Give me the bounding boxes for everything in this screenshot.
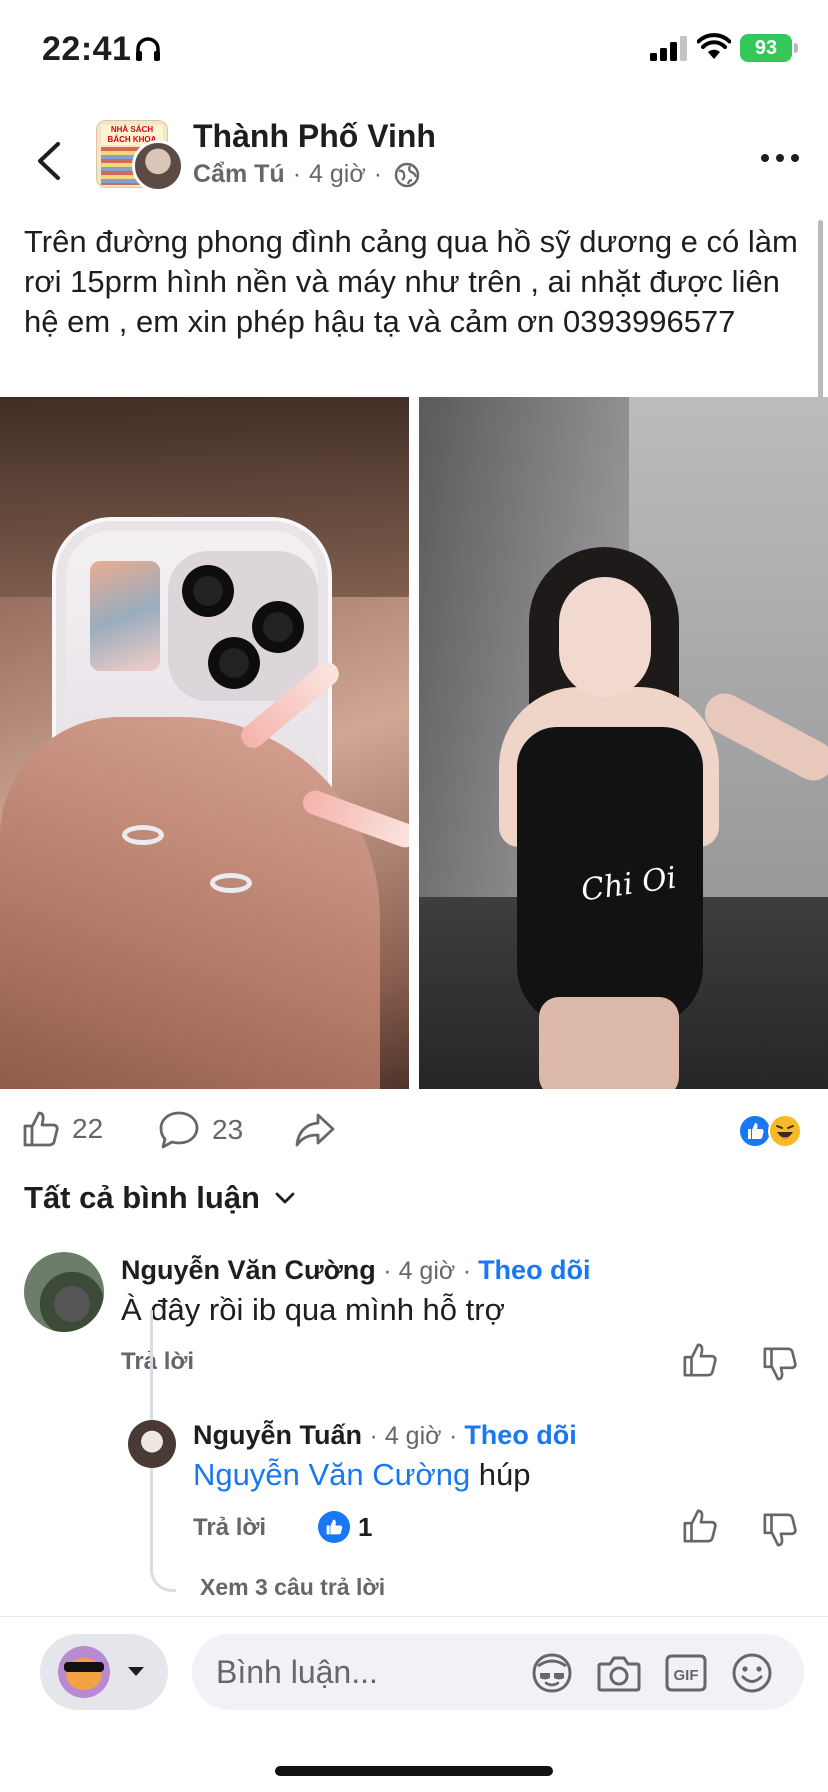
- reply-commenter-avatar[interactable]: [128, 1420, 176, 1468]
- photo-girl-face: [559, 577, 651, 697]
- like-reaction-icon: [318, 1511, 350, 1543]
- photo-girl-legs: [539, 997, 679, 1089]
- cell-signal-icon: [650, 36, 687, 61]
- author-avatar[interactable]: [132, 140, 184, 192]
- post-text: Trên đường phong đình cảng qua hồ sỹ dươ…: [24, 224, 798, 339]
- photo-ring: [122, 825, 164, 845]
- post-photo-phone[interactable]: [0, 397, 409, 1089]
- like-reaction-icon: [738, 1114, 772, 1148]
- reply-text: Nguyễn Văn Cường húp: [193, 1457, 531, 1493]
- comment-text: À đây rồi ib qua mình hỗ trợ: [121, 1292, 505, 1327]
- comment-time: 4 giờ: [398, 1257, 456, 1285]
- headphones-icon: [136, 37, 160, 61]
- reaction-summary[interactable]: [738, 1114, 808, 1150]
- upvote-icon[interactable]: [682, 1342, 718, 1378]
- reply-like-summary[interactable]: 1: [318, 1511, 372, 1543]
- like-button[interactable]: 22: [22, 1110, 103, 1148]
- haha-reaction-icon: [768, 1114, 802, 1148]
- caret-down-icon: [128, 1667, 144, 1676]
- separator-dot: ·: [383, 1257, 399, 1285]
- status-time: 22:41: [42, 30, 132, 68]
- photo-ring: [210, 873, 252, 893]
- share-icon[interactable]: [294, 1112, 336, 1148]
- gif-icon[interactable]: GIF: [664, 1652, 708, 1694]
- battery-cap: [794, 43, 798, 53]
- comment-filter-label: Tất cả bình luận: [24, 1180, 260, 1215]
- photo-lens: [208, 637, 260, 689]
- comment-button[interactable]: 23: [158, 1110, 243, 1150]
- comment-count: 23: [212, 1114, 244, 1145]
- battery-level: 93: [754, 37, 778, 59]
- reply-button[interactable]: Trả lời: [193, 1514, 266, 1542]
- reply-header: Nguyễn Tuấn · 4 giờ · Theo dõi: [193, 1420, 577, 1451]
- back-icon[interactable]: [30, 136, 70, 186]
- comment-filter[interactable]: Tất cả bình luận: [24, 1180, 296, 1216]
- commenter-name[interactable]: Nguyễn Văn Cường: [121, 1255, 376, 1285]
- separator-dot: ·: [373, 160, 383, 188]
- emoji-icon[interactable]: [730, 1652, 774, 1694]
- wifi-icon: [697, 33, 731, 59]
- photo-lens: [182, 565, 234, 617]
- downvote-icon[interactable]: [762, 1346, 798, 1382]
- view-more-replies[interactable]: Xem 3 câu trả lời: [200, 1574, 385, 1601]
- separator-dot: ·: [449, 1422, 465, 1450]
- upvote-icon[interactable]: [682, 1508, 718, 1544]
- avatar-sticker-icon[interactable]: [530, 1652, 574, 1694]
- home-indicator[interactable]: [275, 1766, 553, 1776]
- like-count: 22: [72, 1113, 104, 1144]
- reply-time: 4 giờ: [384, 1422, 442, 1450]
- downvote-icon[interactable]: [762, 1512, 798, 1548]
- comment-bubble-icon: [159, 1111, 199, 1149]
- my-avatar: [58, 1646, 110, 1698]
- avatar-glasses-graphic: [64, 1662, 104, 1672]
- reply-body: húp: [470, 1457, 531, 1492]
- separator-dot: ·: [369, 1422, 385, 1450]
- group-name[interactable]: Thành Phố Vinh: [193, 118, 436, 155]
- camera-icon[interactable]: [596, 1652, 642, 1694]
- comment-header: Nguyễn Văn Cường · 4 giờ · Theo dõi: [121, 1255, 591, 1286]
- thumbs-up-icon: [23, 1111, 59, 1147]
- post-photo-girl[interactable]: Chi Oi: [419, 397, 828, 1089]
- follow-button[interactable]: Theo dõi: [464, 1420, 576, 1450]
- separator-dot: ·: [292, 160, 302, 188]
- commenter-avatar[interactable]: [24, 1252, 104, 1332]
- photo-camera-bump: [168, 551, 318, 701]
- reply-like-count: 1: [358, 1511, 373, 1542]
- svg-text:GIF: GIF: [674, 1667, 699, 1684]
- post-meta: Cẩm Tú · 4 giờ ·: [193, 160, 420, 189]
- photo-case-sticker: [90, 561, 160, 671]
- reply-mention[interactable]: Nguyễn Văn Cường: [193, 1457, 470, 1492]
- status-bar: 22:41 93: [0, 0, 828, 100]
- post-time: 4 giờ: [309, 160, 366, 188]
- more-options-icon[interactable]: [760, 150, 800, 166]
- battery-indicator: 93: [740, 34, 792, 62]
- author-name[interactable]: Cẩm Tú: [193, 160, 285, 189]
- profile-switcher[interactable]: [40, 1634, 168, 1710]
- reply-commenter-name[interactable]: Nguyễn Tuấn: [193, 1420, 362, 1450]
- comment-box[interactable]: GIF: [192, 1634, 804, 1710]
- follow-button[interactable]: Theo dõi: [478, 1255, 590, 1285]
- photo-lens: [252, 601, 304, 653]
- separator-dot: ·: [462, 1257, 479, 1285]
- comment-input[interactable]: [216, 1634, 516, 1710]
- globe-icon: [394, 162, 420, 187]
- chevron-down-icon: [275, 1192, 295, 1204]
